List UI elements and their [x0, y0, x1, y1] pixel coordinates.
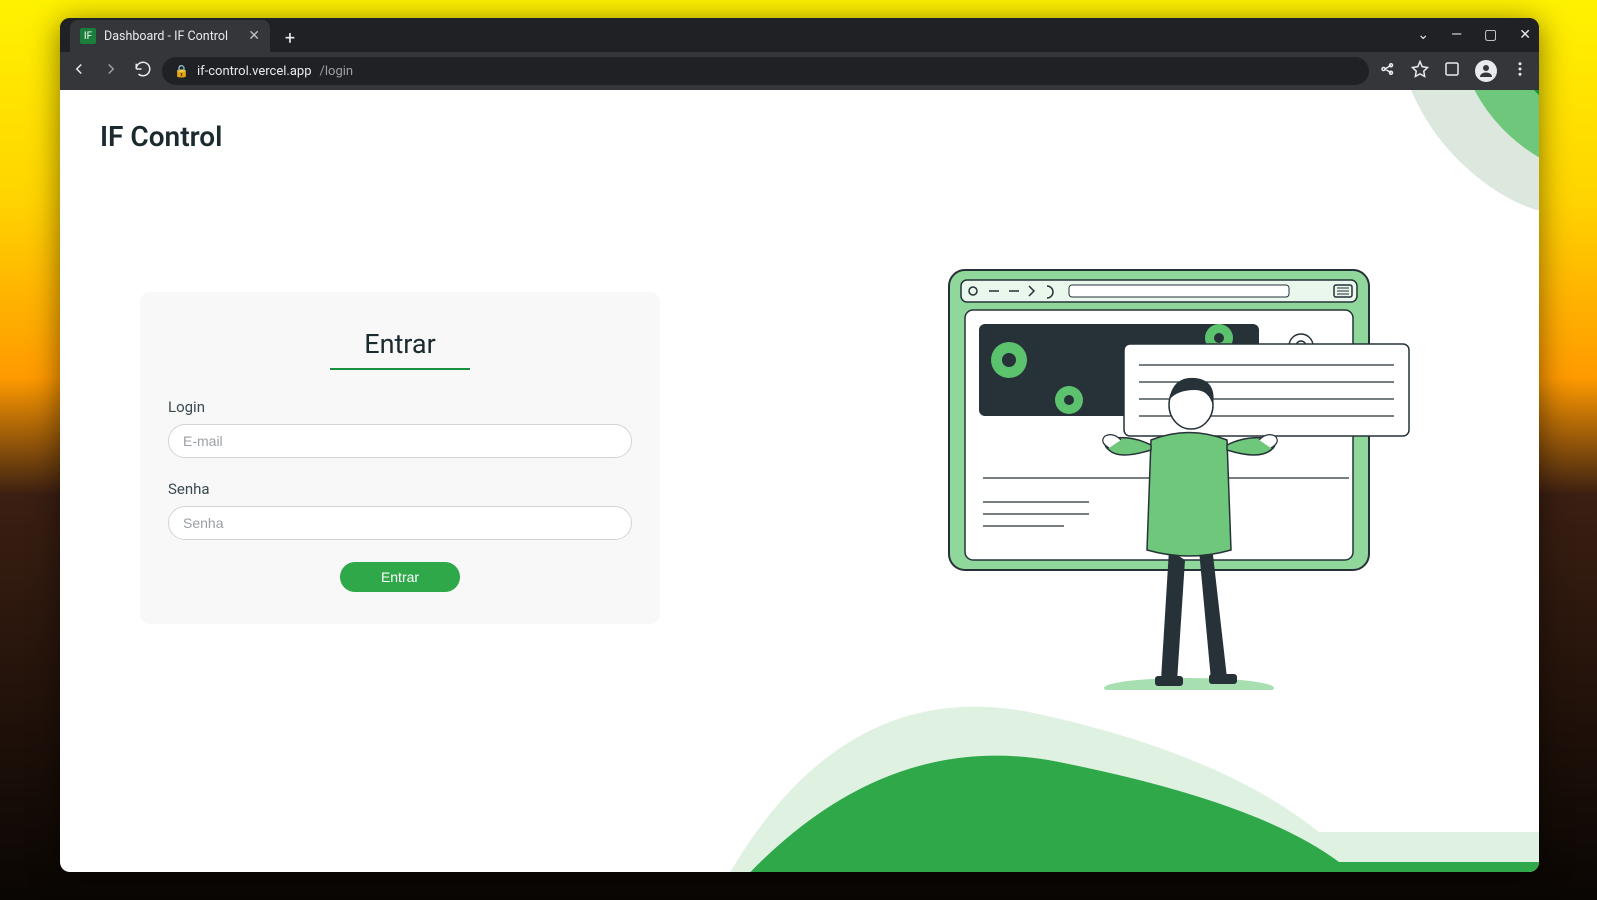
submit-button[interactable]: Entrar: [340, 562, 460, 592]
login-field: Login: [168, 398, 632, 458]
menu-icon[interactable]: [1511, 60, 1529, 82]
reload-button[interactable]: [134, 60, 152, 82]
login-heading: Entrar: [168, 328, 632, 370]
favicon-icon: IF: [80, 28, 96, 44]
minimize-button[interactable]: ―: [1451, 27, 1462, 43]
login-label: Login: [168, 398, 632, 416]
bookmark-icon[interactable]: [1411, 60, 1429, 82]
page-content: IF Control Entrar Login Senha Entrar: [60, 90, 1539, 872]
window-controls: ⌄ ― ▢ ✕: [1417, 18, 1531, 52]
url-domain: if-control.vercel.app: [197, 64, 312, 79]
desktop: IF Dashboard - IF Control ✕ + ⌄ ― ▢ ✕: [0, 0, 1597, 900]
email-input[interactable]: [168, 424, 632, 458]
address-bar[interactable]: 🔒 if-control.vercel.app/login: [162, 57, 1369, 85]
illustration: [919, 250, 1439, 690]
browser-window: IF Dashboard - IF Control ✕ + ⌄ ― ▢ ✕: [60, 18, 1539, 872]
extensions-icon[interactable]: [1443, 60, 1461, 82]
new-tab-button[interactable]: +: [276, 24, 304, 52]
close-tab-icon[interactable]: ✕: [248, 29, 260, 43]
senha-field: Senha: [168, 480, 632, 540]
login-card: Entrar Login Senha Entrar: [140, 292, 660, 624]
password-input[interactable]: [168, 506, 632, 540]
tab-title: Dashboard - IF Control: [104, 29, 240, 44]
chevron-down-icon[interactable]: ⌄: [1417, 27, 1429, 43]
tab-strip: IF Dashboard - IF Control ✕ + ⌄ ― ▢ ✕: [60, 18, 1539, 52]
url-path: /login: [320, 64, 354, 79]
browser-tab[interactable]: IF Dashboard - IF Control ✕: [70, 20, 270, 52]
profile-avatar[interactable]: [1475, 60, 1497, 82]
share-icon[interactable]: [1379, 60, 1397, 82]
lock-icon: 🔒: [174, 64, 189, 78]
forward-button[interactable]: [102, 60, 120, 82]
login-heading-text: Entrar: [330, 328, 470, 370]
back-button[interactable]: [70, 60, 88, 82]
close-window-button[interactable]: ✕: [1519, 27, 1531, 43]
app-title: IF Control: [100, 120, 222, 153]
senha-label: Senha: [168, 480, 632, 498]
browser-toolbar: 🔒 if-control.vercel.app/login: [60, 52, 1539, 90]
maximize-button[interactable]: ▢: [1484, 27, 1497, 43]
